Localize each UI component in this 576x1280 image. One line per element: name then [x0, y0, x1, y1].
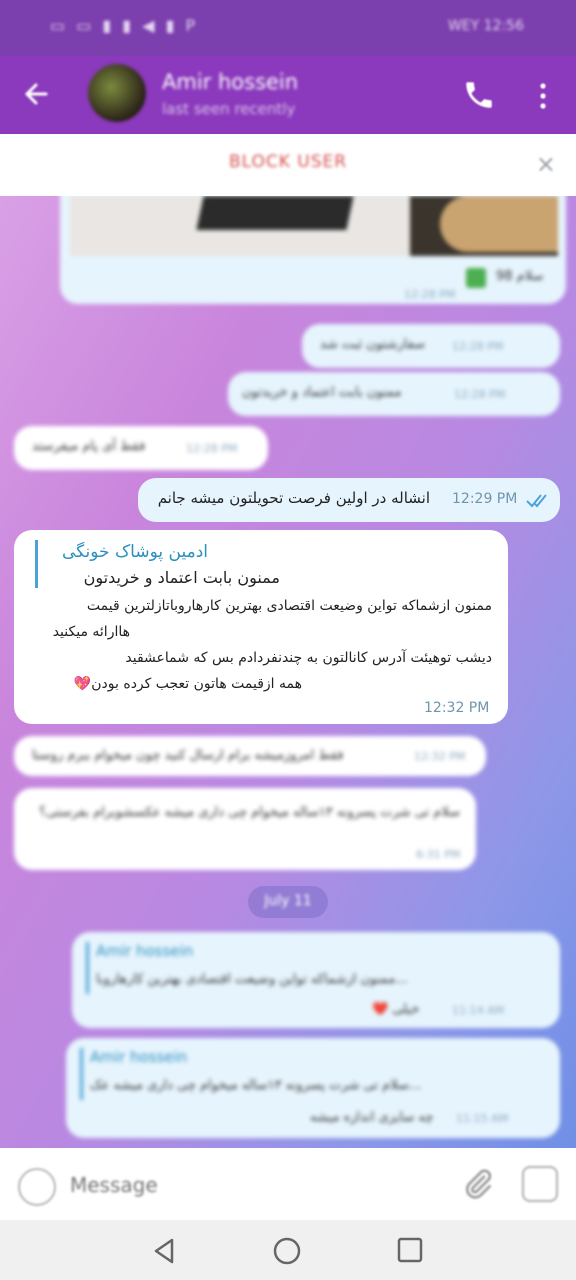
- message-time: 12:28 PM: [404, 288, 456, 301]
- message-line: دیشب توهیئت آدرس کانالتون به چندنفردادم …: [125, 650, 492, 666]
- message-bubble-outgoing-reply[interactable]: Amir hossein سلام تی شرت پسرونه ۱۳ساله م…: [66, 1038, 560, 1138]
- message-text: ممنون بابت اعتماد و خریدتون: [242, 385, 402, 400]
- message-time: 11:15 AM: [456, 1112, 509, 1125]
- phone-icon[interactable]: [462, 78, 496, 112]
- status-time: WEY 12:56: [447, 18, 524, 34]
- check-emoji-icon: [466, 268, 486, 288]
- message-text: فقط امروزمیشه برام ارسال کنید چون میخوام…: [32, 748, 344, 763]
- message-text: سلام تی شرت پسرونه ۱۳ساله میخوام چی داری…: [39, 805, 460, 820]
- message-text: انشاله در اولین فرصت تحویلتون میشه جانم: [157, 489, 430, 507]
- message-text: سلام 98: [496, 269, 544, 284]
- message-line: ممنون ازشماکه تواین وضیعت اقتصادی بهترین…: [86, 598, 492, 614]
- message-bubble-incoming[interactable]: سلام تی شرت پسرونه ۱۳ساله میخوام چی داری…: [14, 788, 476, 870]
- more-vert-icon[interactable]: [534, 80, 552, 112]
- status-bar: ▭ ▭ ▮ ▮ ◀ ▮ P WEY 12:56: [0, 0, 576, 56]
- message-bubble-outgoing[interactable]: انشاله در اولین فرصت تحویلتون میشه جانم …: [138, 478, 560, 522]
- reply-sender: Amir hossein: [90, 1048, 188, 1066]
- nav-home-icon[interactable]: [272, 1236, 302, 1266]
- message-bubble-incoming-reply[interactable]: ادمین پوشاک خونگی ممنون بابت اعتماد و خر…: [14, 530, 508, 724]
- close-icon[interactable]: ×: [536, 150, 556, 178]
- reply-sender: Amir hossein: [96, 942, 194, 960]
- message-composer: [0, 1148, 576, 1220]
- message-bubble-outgoing[interactable]: ممنون بابت اعتماد و خریدتون 12:28 PM: [228, 372, 560, 416]
- message-time: 12:28 PM: [452, 340, 504, 353]
- date-divider: July 11: [248, 886, 328, 918]
- message-time: 12:32 PM: [414, 750, 466, 763]
- message-bubble-image[interactable]: سلام 98 12:28 PM: [60, 196, 566, 304]
- message-bubble-outgoing[interactable]: سفارشتون ثبت شد 12:28 PM: [302, 324, 560, 368]
- date-label: July 11: [264, 893, 312, 909]
- message-line: همه ازقیمت هاتون تعجب کرده بودن💖: [73, 676, 302, 692]
- block-user-bar: BLOCK USER ×: [0, 134, 576, 196]
- block-user-button[interactable]: BLOCK USER: [0, 152, 576, 172]
- double-check-icon: [526, 492, 552, 512]
- contact-name[interactable]: Amir hossein: [162, 70, 298, 94]
- reply-quote-text: سلام تی شرت پسرونه ۱۳ساله میخوام چی داری…: [90, 1078, 422, 1093]
- reply-quote-text: ممنون ازشماکه تواین وضیعت اقتصادی بهترین…: [96, 972, 408, 987]
- chat-area[interactable]: سلام 98 12:28 PM سفارشتون ثبت شد 12:28 P…: [0, 196, 576, 1148]
- message-time: 12:32 PM: [424, 700, 490, 716]
- message-input[interactable]: [68, 1168, 432, 1202]
- emoji-icon[interactable]: [18, 1168, 56, 1206]
- nav-recents-icon[interactable]: [396, 1236, 424, 1264]
- camera-icon[interactable]: [522, 1166, 558, 1202]
- message-text: سفارشتون ثبت شد: [320, 337, 426, 352]
- message-time: 12:29 PM: [452, 491, 518, 507]
- message-text: ❤️ خیلی: [372, 1002, 420, 1017]
- message-time: 6:31 PM: [416, 848, 461, 861]
- message-text: فقط آی پام میفرستد: [32, 439, 146, 454]
- message-time: 12:28 PM: [186, 442, 238, 455]
- attach-icon[interactable]: [462, 1166, 494, 1202]
- message-line: هاارائه میکنید: [52, 624, 130, 640]
- contact-status: last seen recently: [162, 100, 296, 118]
- status-icons: ▭ ▭ ▮ ▮ ◀ ▮ P: [50, 16, 199, 35]
- message-time: 12:28 PM: [454, 388, 506, 401]
- nav-back-icon[interactable]: [150, 1236, 180, 1266]
- message-bubble-outgoing-reply[interactable]: Amir hossein ممنون ازشماکه تواین وضیعت ا…: [72, 932, 560, 1028]
- reply-sender: ادمین پوشاک خونگی: [61, 542, 208, 562]
- back-arrow-icon[interactable]: [22, 74, 58, 114]
- chat-header: Amir hossein last seen recently: [0, 56, 576, 134]
- reply-quote-text: ممنون بابت اعتماد و خریدتون: [83, 568, 280, 587]
- message-bubble-incoming[interactable]: فقط آی پام میفرستد 12:28 PM: [14, 426, 268, 470]
- message-time: 11:14 AM: [452, 1004, 505, 1017]
- avatar[interactable]: [88, 64, 146, 122]
- message-text: چه سایزی اندازه میشه: [310, 1110, 434, 1125]
- message-bubble-incoming[interactable]: فقط امروزمیشه برام ارسال کنید چون میخوام…: [14, 736, 486, 776]
- system-nav-bar: [0, 1220, 576, 1280]
